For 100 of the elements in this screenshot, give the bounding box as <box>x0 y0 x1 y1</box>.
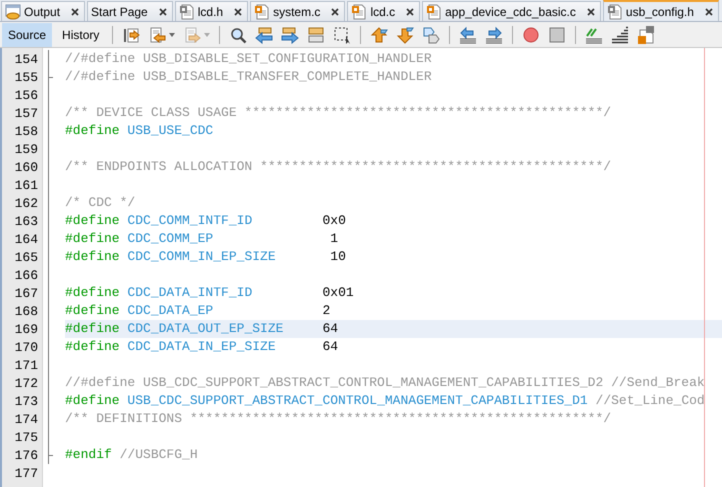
code-comment: //Set_Line_Cod <box>596 393 705 408</box>
macro-name: CDC_DATA_INTF_ID <box>127 285 252 300</box>
line-number: 169 <box>14 322 38 336</box>
left-arrow-icon <box>255 26 274 44</box>
editor-tab[interactable]: app_device_cdc_basic.c <box>422 1 601 21</box>
source-file-icon <box>426 4 442 20</box>
code-comment: /** DEVICE CLASS USAGE **********************************************/ <box>65 105 612 120</box>
line-number: 168 <box>14 304 38 318</box>
lines-icon <box>611 26 630 44</box>
output-window-icon <box>5 4 21 20</box>
macro-value: 0x0 <box>322 213 346 228</box>
macro-name: CDC_COMM_INTF_ID <box>127 213 252 228</box>
line-number: 166 <box>14 268 38 282</box>
editor-tab[interactable]: usb_config.h <box>602 0 719 21</box>
macro-value: 1 <box>330 231 338 246</box>
highlight-icon <box>307 26 326 44</box>
code-comment: /** DEFINITIONS *****************************************************/ <box>65 411 612 426</box>
line-number: 164 <box>14 232 38 246</box>
bookmark-icon <box>422 26 440 44</box>
search-icon <box>229 26 248 44</box>
macro-name: CDC_COMM_EP <box>127 231 214 246</box>
line-number: 160 <box>14 160 38 174</box>
code-comment: /** ENDPOINTS ALLOCATION ********************************************/ <box>65 159 612 174</box>
line-number: 174 <box>14 412 38 426</box>
preprocessor-directive: #define <box>65 249 120 264</box>
macro-value: 0x01 <box>322 285 354 300</box>
close-icon[interactable] <box>331 8 340 16</box>
toolbar-button[interactable] <box>279 26 302 44</box>
code-comment: //#define USB_DISABLE_SET_CONFIGURATION_HANDLER <box>65 51 432 66</box>
line-number: 172 <box>14 376 38 390</box>
editor-tab[interactable]: system.c <box>250 1 346 21</box>
code-comment: /* CDC */ <box>65 195 136 210</box>
line-number: 155 <box>14 70 38 84</box>
up-arrow-icon <box>370 26 388 44</box>
source-file-icon <box>351 4 368 20</box>
close-icon[interactable] <box>71 8 80 16</box>
down-arrow-icon <box>396 26 414 44</box>
close-icon[interactable] <box>586 8 595 16</box>
line-number: 158 <box>14 124 38 138</box>
line-number: 175 <box>14 430 38 444</box>
macro-name: USB_USE_CDC <box>127 123 214 138</box>
view-toggle[interactable]: History <box>56 22 106 46</box>
stop-icon <box>548 26 566 44</box>
close-icon[interactable] <box>158 8 167 16</box>
preprocessor-directive: #define <box>65 393 120 408</box>
macro-name: CDC_DATA_EP <box>127 303 214 318</box>
code-comment: //#define USB_DISABLE_TRANSFER_COMPLETE_HANDLER <box>65 69 432 84</box>
outdent-icon <box>459 26 478 44</box>
macro-value: 10 <box>330 249 346 264</box>
header-file-icon <box>178 4 195 20</box>
comment-lines-icon <box>585 26 604 44</box>
line-number: 157 <box>14 106 38 120</box>
indent-icon <box>485 26 504 44</box>
record-icon <box>522 26 540 44</box>
line-number: 177 <box>14 466 38 480</box>
view-toggle[interactable]: Source <box>2 22 52 46</box>
editor-tab[interactable]: lcd.c <box>347 1 420 21</box>
line-number: 161 <box>14 178 38 192</box>
line-number: 171 <box>14 358 38 372</box>
editor-tab[interactable]: Start Page <box>87 1 173 21</box>
macro-value: 64 <box>322 321 338 336</box>
line-number: 163 <box>14 214 38 228</box>
source-file-icon <box>254 4 270 20</box>
line-number: 165 <box>14 250 38 264</box>
editor-tab[interactable]: lcd.h <box>174 1 248 21</box>
close-icon[interactable] <box>234 8 242 16</box>
close-icon[interactable] <box>406 8 414 16</box>
preprocessor-directive: #define <box>65 303 120 318</box>
header-file-icon <box>606 4 623 20</box>
preprocessor-directive: #define <box>65 339 120 354</box>
preprocessor-directive: #define <box>65 321 120 336</box>
file-switch-icon <box>637 26 656 44</box>
line-number: 156 <box>14 88 38 102</box>
macro-name: CDC_COMM_IN_EP_SIZE <box>127 249 276 264</box>
forward-arrow-icon <box>183 26 202 44</box>
preprocessor-directive: #define <box>65 213 120 228</box>
macro-name: USB_CDC_SUPPORT_ABSTRACT_CONTROL_MANAGEMENT_CAPABILITIES_D1 <box>127 393 588 408</box>
macro-name: CDC_DATA_OUT_EP_SIZE <box>127 321 284 336</box>
line-number: 176 <box>14 448 38 462</box>
macro-value: 2 <box>322 303 330 318</box>
close-icon[interactable] <box>704 8 713 16</box>
macro-name: CDC_DATA_IN_EP_SIZE <box>127 339 276 354</box>
line-number: 159 <box>14 142 38 156</box>
toolbar-button[interactable] <box>253 26 276 44</box>
preprocessor-directive: #define <box>65 123 120 138</box>
preprocessor-directive: #endif <box>65 447 112 462</box>
line-number: 167 <box>14 286 38 300</box>
editor-tab[interactable]: Output <box>1 1 86 21</box>
right-arrow-icon <box>281 26 300 44</box>
preprocessor-directive: #define <box>65 285 120 300</box>
macro-value: 64 <box>322 339 338 354</box>
line-number: 173 <box>14 394 38 408</box>
caret-icon <box>169 32 176 36</box>
line-number: 154 <box>14 52 38 66</box>
code-comment: //USBCFG_H <box>120 447 198 462</box>
back-arrow-icon <box>148 26 166 44</box>
caret-icon <box>204 32 210 36</box>
edit-arrow-icon <box>122 26 140 44</box>
line-number: 170 <box>14 340 38 354</box>
preprocessor-directive: #define <box>65 231 120 246</box>
